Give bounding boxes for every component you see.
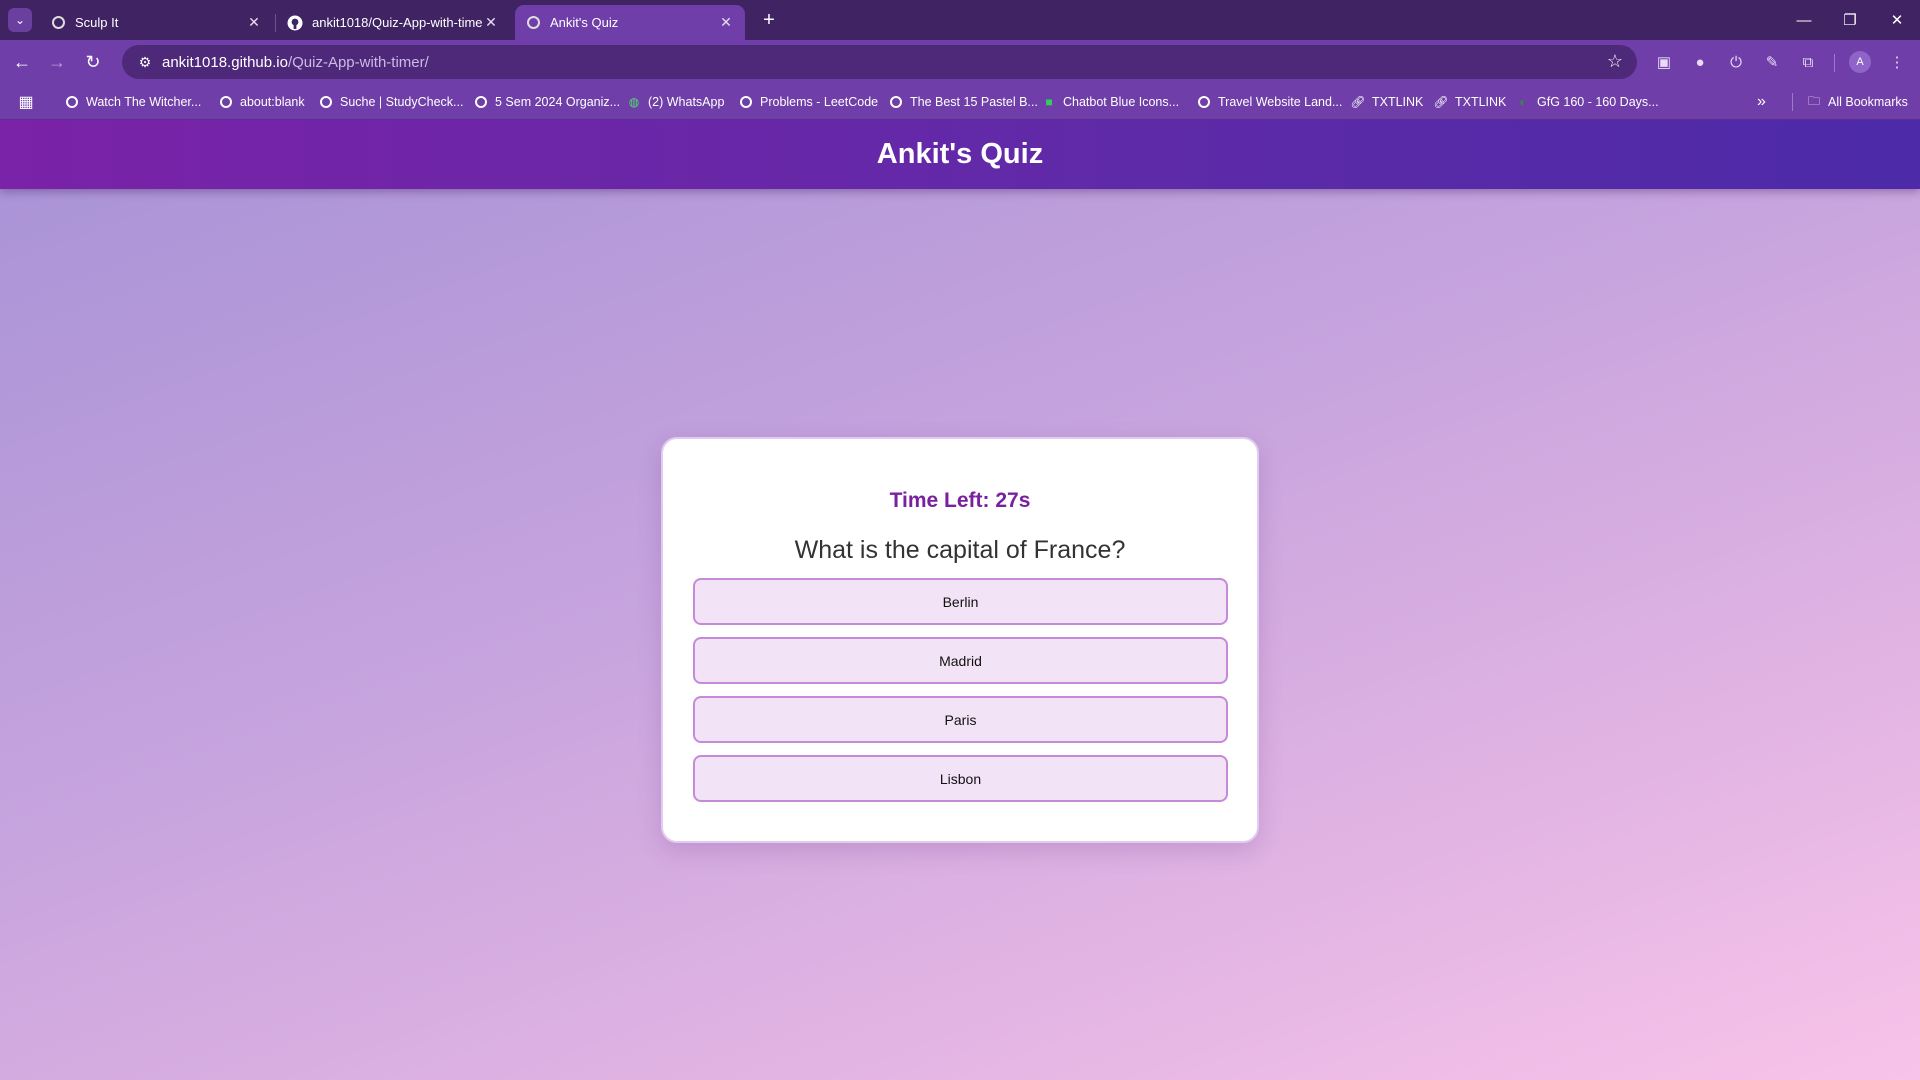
close-icon[interactable]: ✕ (717, 14, 735, 32)
extension-puzzle-app-icon[interactable]: ▣ (1652, 50, 1676, 74)
all-bookmarks-label: All Bookmarks (1828, 95, 1908, 109)
more-bookmarks-chevron[interactable]: » (1757, 92, 1766, 112)
bookmark-item[interactable]: ■ Chatbot Blue Icons... (1041, 92, 1179, 112)
bookmark-label: about:blank (240, 95, 305, 109)
tab-title: ankit1018/Quiz-App-with-timer (312, 15, 482, 30)
globe-icon (473, 94, 489, 110)
globe-icon (218, 94, 234, 110)
apps-grid-icon[interactable]: ▦ (16, 92, 36, 112)
new-tab-plus-icon[interactable]: + (757, 8, 781, 32)
option-lisbon-button[interactable]: Lisbon (693, 755, 1228, 802)
bookmark-label: Suche | StudyCheck... (340, 95, 464, 109)
tab-title: Sculp It (75, 15, 119, 30)
profile-avatar[interactable]: A (1849, 51, 1871, 73)
bookmarks-bar: ▦ Watch The Witcher... about:blank Suche… (0, 84, 1920, 120)
bookmark-star-icon[interactable]: ☆ (1607, 51, 1623, 72)
feather-icon[interactable]: ✎ (1760, 50, 1784, 74)
bookmark-item[interactable]: The Best 15 Pastel B... (888, 92, 1038, 112)
url-text[interactable]: ankit1018.github.io/Quiz-App-with-timer/ (162, 54, 429, 71)
tab-divider (275, 14, 276, 32)
power-icon[interactable]: ⏻ (1724, 50, 1748, 74)
close-icon[interactable]: ✕ (245, 14, 263, 32)
extensions-puzzle-icon[interactable]: ⧉ (1796, 50, 1820, 74)
gfg-icon: ◐ (1519, 95, 1527, 109)
globe-icon (1196, 94, 1212, 110)
bookmark-label: The Best 15 Pastel B... (910, 95, 1038, 109)
close-icon[interactable]: ✕ (482, 14, 500, 32)
address-bar[interactable]: ⚙ ankit1018.github.io/Quiz-App-with-time… (122, 45, 1637, 79)
minimize-icon[interactable]: — (1781, 0, 1827, 40)
globe-icon (50, 15, 66, 31)
option-paris-button[interactable]: Paris (693, 696, 1228, 743)
globe-icon (738, 94, 754, 110)
bookmark-item[interactable]: Watch The Witcher... (64, 92, 201, 112)
forward-arrow-icon[interactable]: → (43, 48, 71, 76)
bookmark-label: Problems - LeetCode (760, 95, 879, 109)
bookmark-label: 5 Sem 2024 Organiz... (495, 95, 621, 109)
option-madrid-button[interactable]: Madrid (693, 637, 1228, 684)
bookmark-item[interactable]: Problems - LeetCode (738, 92, 878, 112)
bookmark-label: Watch The Witcher... (86, 95, 202, 109)
bookmark-label: TXTLINK (1372, 95, 1424, 109)
globe-icon (525, 15, 541, 31)
bookmark-label: GfG 160 - 160 Days... (1537, 95, 1659, 109)
bookmark-item[interactable]: ◍ (2) WhatsApp (626, 92, 725, 112)
tab-sculp-it[interactable]: Sculp It ✕ (40, 5, 273, 40)
bookmark-item[interactable]: ◐ GfG 160 - 160 Days... (1515, 92, 1659, 112)
back-arrow-icon[interactable]: ← (8, 48, 36, 76)
question-text: What is the capital of France? (794, 536, 1126, 564)
globe-icon (64, 94, 80, 110)
tab-title: Ankit's Quiz (550, 15, 619, 30)
bookmark-item[interactable]: Travel Website Land... (1196, 92, 1342, 112)
tab-search-chevron-icon[interactable]: ⌄ (8, 8, 32, 32)
extension-dot-icon[interactable]: ● (1688, 50, 1712, 74)
browser-toolbar: ← → ↻ ⚙ ankit1018.github.io/Quiz-App-wit… (0, 40, 1920, 84)
tab-ankits-quiz[interactable]: Ankit's Quiz ✕ (515, 5, 745, 40)
bookmark-label: Travel Website Land... (1218, 95, 1343, 109)
bookmarks-divider (1792, 93, 1793, 111)
bookmark-label: (2) WhatsApp (648, 95, 725, 109)
app-header: Ankit's Quiz (0, 120, 1920, 189)
quiz-card: Time Left: 27s What is the capital of Fr… (661, 437, 1259, 843)
toolbar-divider (1834, 54, 1835, 72)
chatbot-icon: ■ (1045, 95, 1053, 109)
globe-icon (888, 94, 904, 110)
tab-github-repo[interactable]: ankit1018/Quiz-App-with-timer ✕ (277, 5, 510, 40)
bookmark-item[interactable]: 🔗︎ TXTLINK (1350, 92, 1423, 112)
link-icon: 🔗︎ (1350, 95, 1366, 109)
whatsapp-icon: ◍ (628, 95, 640, 109)
tab-strip: ⌄ Sculp It ✕ ankit1018/Quiz-App-with-tim… (0, 0, 1920, 40)
page-title: Ankit's Quiz (876, 138, 1044, 170)
menu-kebab-icon[interactable]: ⋮ (1885, 50, 1909, 74)
bookmark-item[interactable]: 🔗︎ TXTLINK (1433, 92, 1506, 112)
restore-icon[interactable]: ❐ (1827, 0, 1873, 40)
folder-icon: 🗀︎ (1807, 93, 1820, 108)
url-path: /Quiz-App-with-timer/ (287, 53, 429, 71)
bookmark-label: TXTLINK (1455, 95, 1507, 109)
bookmark-item[interactable]: Suche | StudyCheck... (318, 92, 463, 112)
github-icon (287, 15, 303, 31)
bookmark-item[interactable]: 5 Sem 2024 Organiz... (473, 92, 620, 112)
reload-icon[interactable]: ↻ (79, 48, 107, 76)
bookmark-item[interactable]: about:blank (218, 92, 305, 112)
all-bookmarks[interactable]: 🗀︎ All Bookmarks (1806, 92, 1908, 112)
site-settings-icon[interactable]: ⚙ (128, 45, 162, 79)
quiz-page: Ankit's Quiz Time Left: 27s What is the … (0, 120, 1920, 1080)
bookmark-label: Chatbot Blue Icons... (1063, 95, 1180, 109)
url-host: ankit1018.github.io (162, 53, 288, 71)
globe-icon (318, 94, 334, 110)
option-berlin-button[interactable]: Berlin (693, 578, 1228, 625)
timer-text: Time Left: 27s (889, 489, 1031, 512)
link-icon: 🔗︎ (1433, 95, 1449, 109)
window-close-icon[interactable]: ✕ (1874, 0, 1920, 40)
